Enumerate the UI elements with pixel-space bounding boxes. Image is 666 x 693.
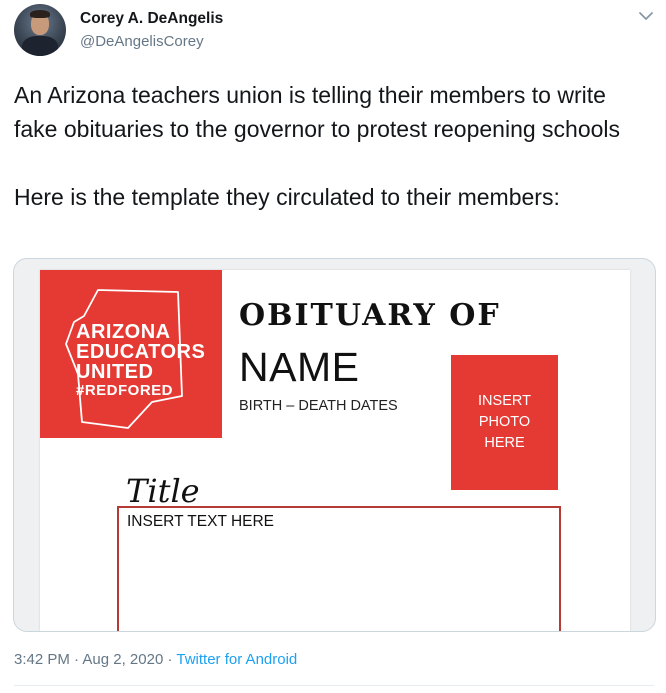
title-label: Title [126,472,200,510]
dates-placeholder: BIRTH – DEATH DATES [239,398,398,414]
text-box: INSERT TEXT HERE [117,506,561,631]
tweet-text: An Arizona teachers union is telling the… [14,82,621,210]
logo-hashtag: #REDFORED [76,382,174,399]
tweet-time[interactable]: 3:42 PM [14,651,70,668]
tweet-meta: 3:42 PM · Aug 2, 2020 · Twitter for Andr… [14,651,297,668]
avatar[interactable] [14,4,66,56]
logo-text: ARIZONA EDUCATORS UNITED #REDFORED [76,322,205,400]
aeu-logo: ARIZONA EDUCATORS UNITED #REDFORED [40,270,222,438]
avatar-hair [30,10,50,18]
author-handle[interactable]: @DeAngelisCorey [80,33,204,50]
photo-placeholder-line: INSERT [478,393,531,409]
logo-line-united: UNITED [76,361,154,383]
photo-placeholder: INSERT PHOTO HERE [451,355,558,490]
logo-line-arizona: ARIZONA [76,321,171,343]
logo-line-educators: EDUCATORS [76,341,206,363]
author-name[interactable]: Corey A. DeAngelis [80,10,223,28]
photo-placeholder-line: PHOTO [478,414,531,430]
obituary-heading: OBITUARY OF [239,298,501,333]
tweet-media[interactable]: ARIZONA EDUCATORS UNITED #REDFORED OBITU… [13,258,656,632]
tweet-source-link[interactable]: Twitter for Android [176,651,297,668]
divider [14,685,654,686]
avatar-body [22,36,58,56]
name-placeholder: NAME [239,344,360,390]
obituary-template-image: ARIZONA EDUCATORS UNITED #REDFORED OBITU… [40,270,630,631]
text-placeholder: INSERT TEXT HERE [127,513,275,530]
tweet-date[interactable]: Aug 2, 2020 [82,651,163,668]
chevron-down-icon[interactable] [636,8,656,24]
photo-placeholder-line: HERE [484,435,525,451]
